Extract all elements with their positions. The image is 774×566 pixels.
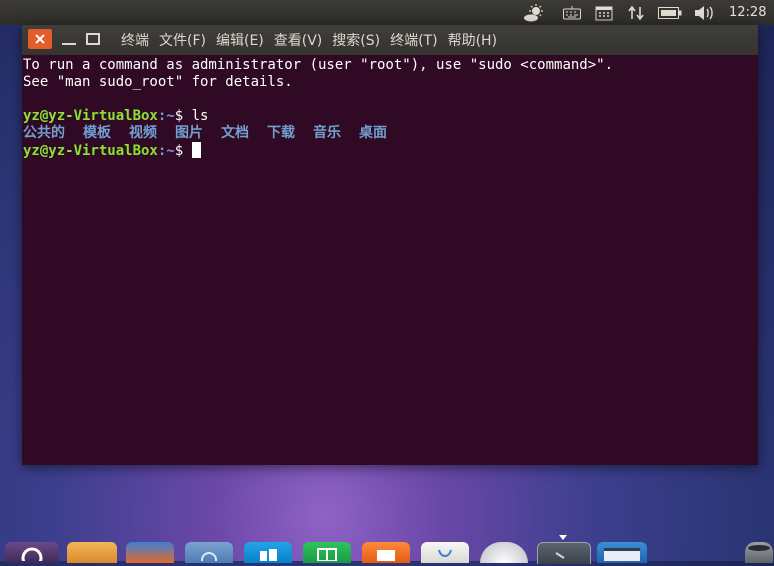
window-app-icon[interactable] bbox=[597, 542, 647, 563]
windows-store-icon[interactable] bbox=[244, 542, 292, 563]
battery-icon[interactable] bbox=[656, 0, 684, 25]
network-updown-icon[interactable] bbox=[624, 0, 648, 25]
prompt-path: :~ bbox=[157, 108, 175, 124]
prompt-user: yz@yz-VirtualBox bbox=[23, 108, 158, 124]
menu-bar: 终端 文件(F) 编辑(E) 查看(V) 搜索(S) 终端(T) 帮助(H) bbox=[22, 25, 758, 55]
terminal-window: 终端 文件(F) 编辑(E) 查看(V) 搜索(S) 终端(T) 帮助(H) T… bbox=[22, 25, 758, 465]
dir-documents: 文档 bbox=[221, 125, 249, 141]
ls-output-line: 公共的 模板 视频 图片 文档 下载 音乐 桌面 bbox=[23, 125, 758, 142]
menu-edit[interactable]: 编辑(E) bbox=[216, 30, 264, 50]
prompt-symbol: $ bbox=[174, 108, 192, 124]
menu-search[interactable]: 搜索(S) bbox=[332, 30, 380, 50]
terminal-output[interactable]: To run a command as administrator (user … bbox=[22, 55, 758, 465]
menu-terminal[interactable]: 终端(T) bbox=[390, 30, 437, 50]
volume-icon[interactable] bbox=[692, 0, 716, 25]
files-folder-icon[interactable] bbox=[67, 542, 117, 563]
minimize-icon bbox=[62, 43, 76, 45]
dir-music: 音乐 bbox=[313, 125, 341, 141]
typed-command: ls bbox=[191, 108, 209, 124]
clock[interactable]: 12:28 bbox=[729, 0, 766, 25]
menu-terminal-title[interactable]: 终端 bbox=[121, 30, 149, 50]
app-icon-blue[interactable] bbox=[185, 542, 233, 566]
launcher-dock bbox=[0, 540, 774, 566]
menu-items: 终端 文件(F) 编辑(E) 查看(V) 搜索(S) 终端(T) 帮助(H) bbox=[121, 25, 507, 55]
presentation-icon[interactable] bbox=[362, 542, 410, 563]
trash-icon[interactable] bbox=[745, 542, 773, 563]
intro-line-2: See "man sudo_root" for details. bbox=[23, 74, 293, 90]
maximize-button[interactable] bbox=[84, 31, 102, 47]
spreadsheet-icon[interactable] bbox=[303, 542, 351, 563]
text-editor-icon[interactable] bbox=[421, 542, 469, 563]
menu-help[interactable]: 帮助(H) bbox=[448, 30, 497, 50]
dir-downloads: 下载 bbox=[267, 125, 295, 141]
close-icon bbox=[35, 34, 45, 44]
dir-videos: 视频 bbox=[129, 125, 157, 141]
prompt-symbol: $ bbox=[174, 143, 192, 159]
minimize-button[interactable] bbox=[60, 31, 78, 47]
dir-templates: 模板 bbox=[83, 125, 111, 141]
firefox-icon[interactable] bbox=[126, 542, 174, 563]
prompt-path: :~ bbox=[157, 143, 175, 159]
close-button[interactable] bbox=[28, 29, 52, 49]
keyboard-icon[interactable] bbox=[560, 0, 584, 25]
top-panel: 12:28 bbox=[0, 0, 774, 25]
dir-desktop: 桌面 bbox=[359, 125, 387, 141]
command-line: yz@yz-VirtualBox:~$ ls bbox=[23, 108, 758, 125]
dir-pictures: 图片 bbox=[175, 125, 203, 141]
menu-file[interactable]: 文件(F) bbox=[159, 30, 206, 50]
intro-line-1: To run a command as administrator (user … bbox=[23, 57, 614, 73]
menu-view[interactable]: 查看(V) bbox=[274, 30, 323, 50]
weather-icon[interactable] bbox=[520, 0, 548, 25]
text-cursor bbox=[191, 142, 201, 158]
disk-icon[interactable] bbox=[480, 542, 528, 563]
prompt-user: yz@yz-VirtualBox bbox=[23, 143, 158, 159]
calendar-icon[interactable] bbox=[592, 0, 616, 25]
maximize-icon bbox=[86, 33, 100, 45]
dir-public: 公共的 bbox=[23, 125, 65, 141]
ubuntu-launcher-icon[interactable] bbox=[5, 542, 59, 566]
prompt-line: yz@yz-VirtualBox:~$ bbox=[23, 142, 758, 159]
